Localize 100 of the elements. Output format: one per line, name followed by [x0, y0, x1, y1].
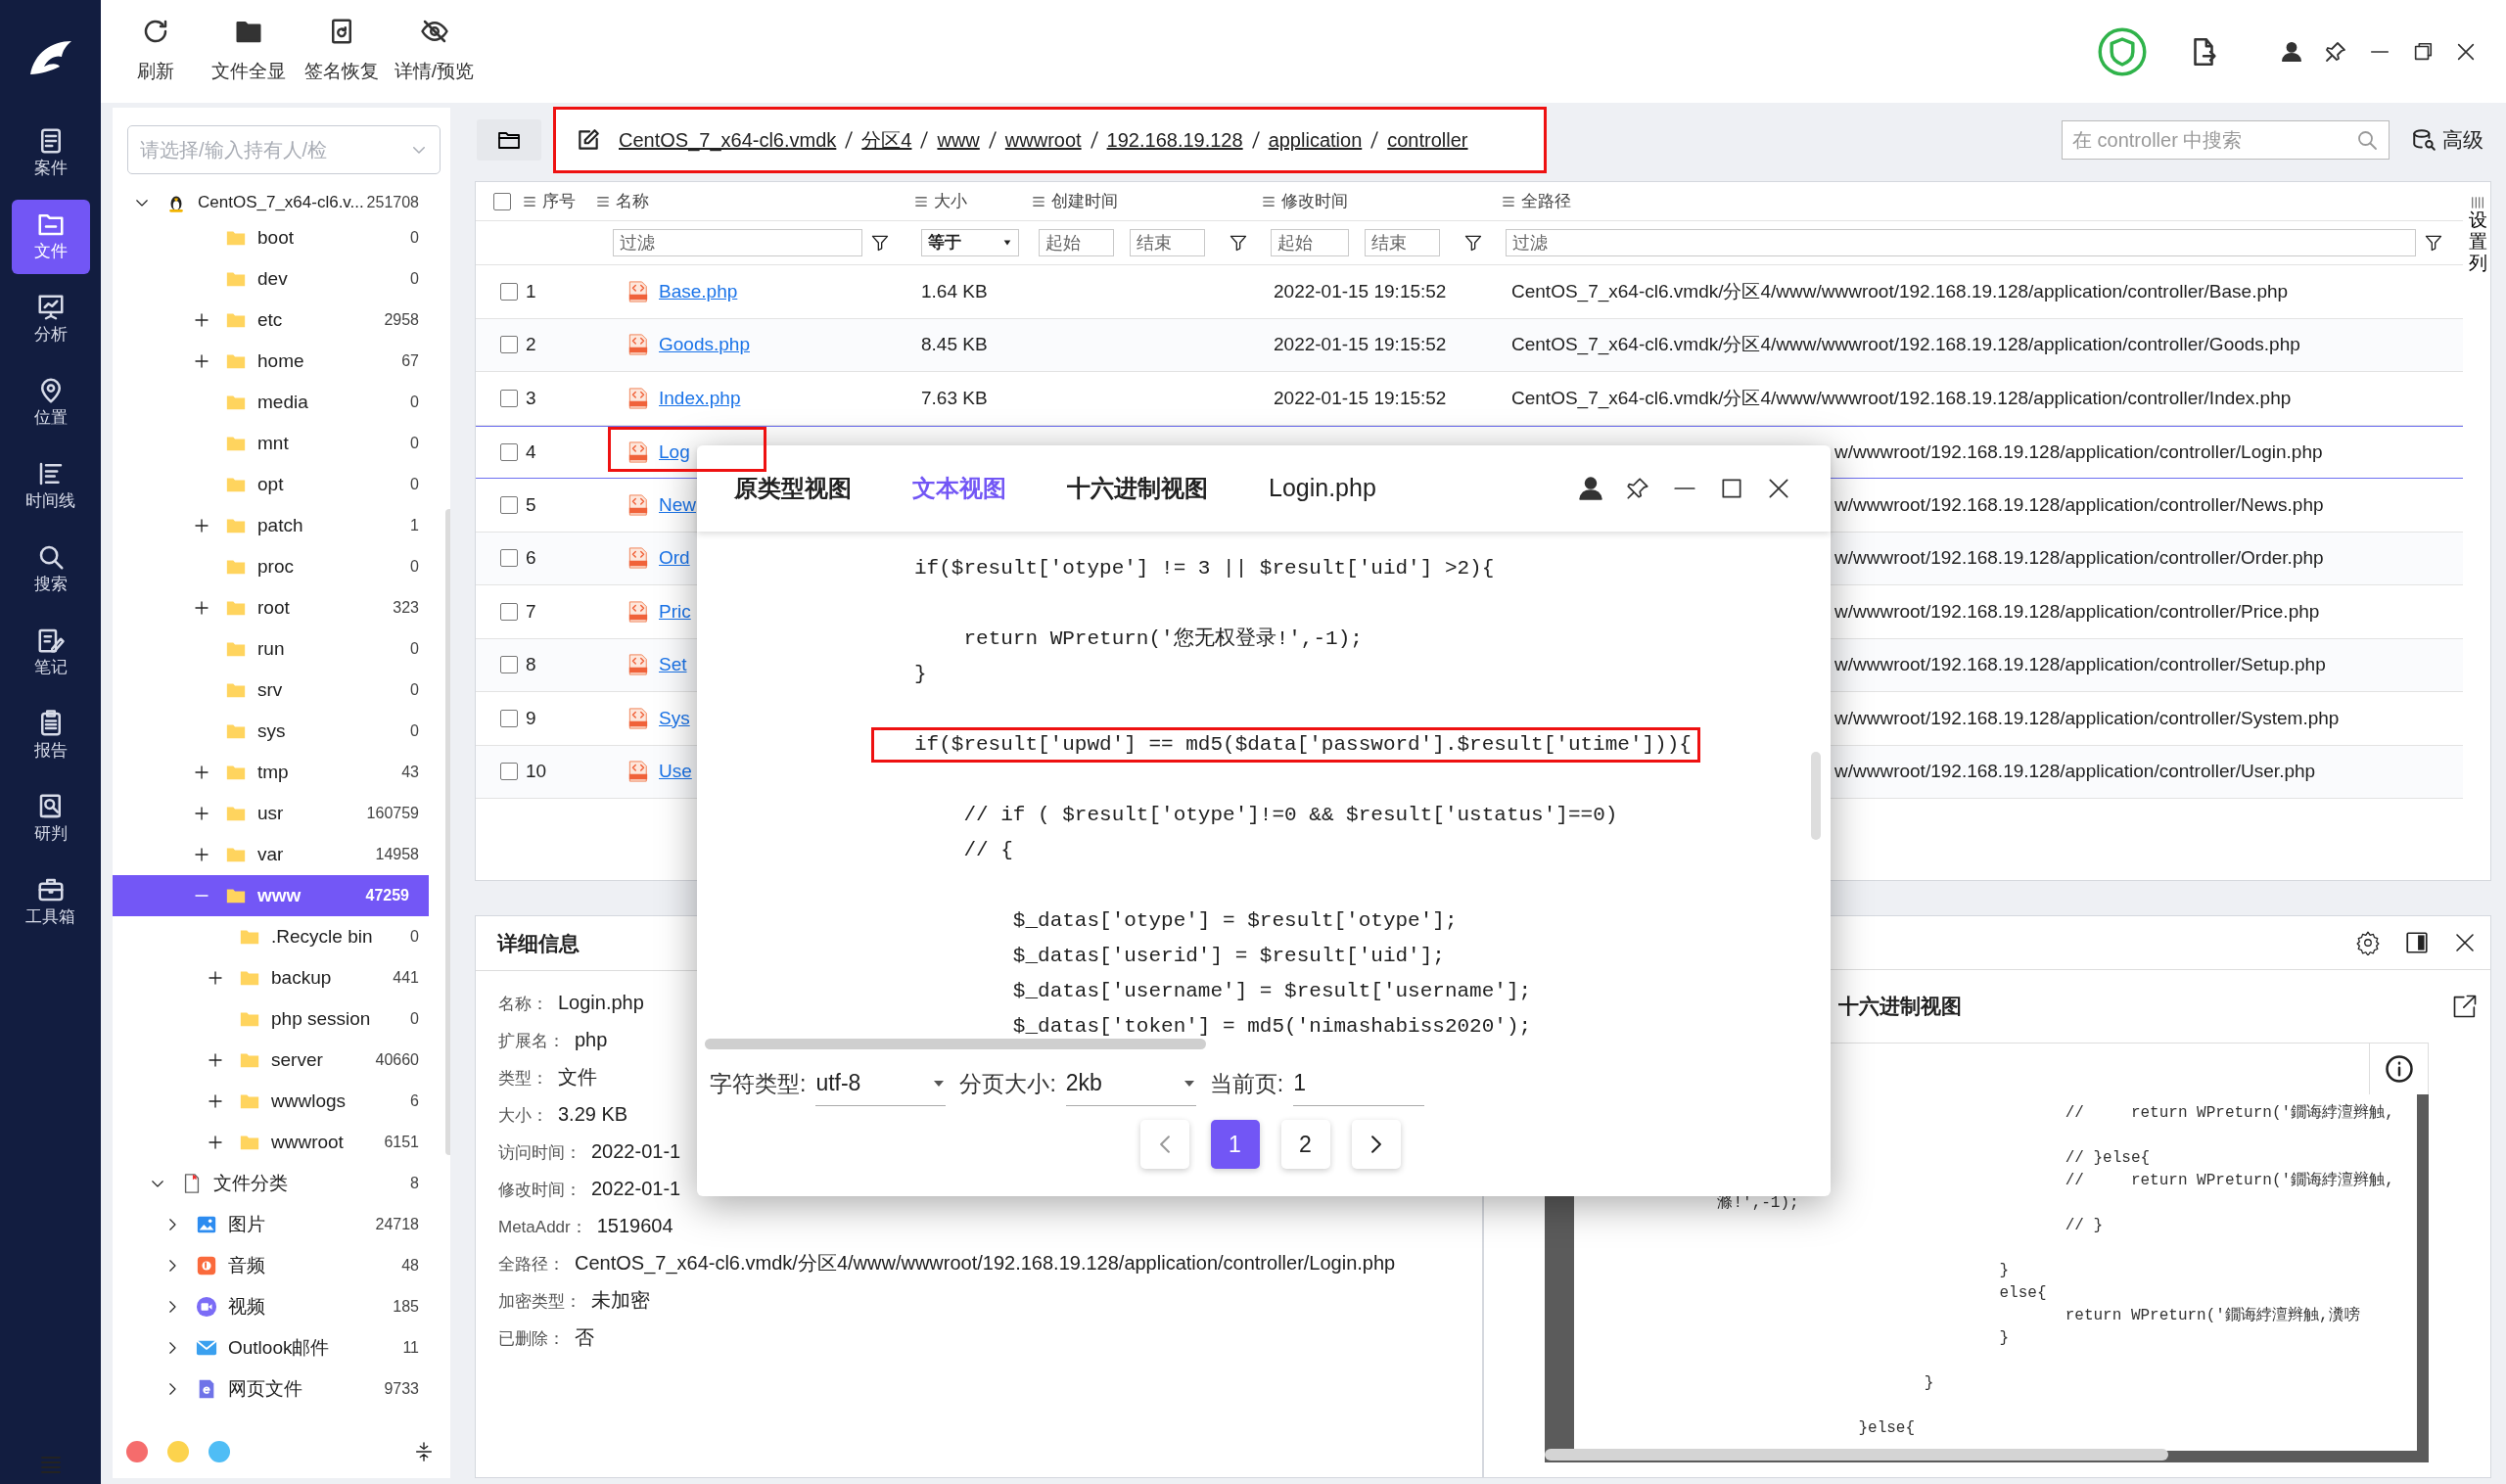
color-tag-dot[interactable]	[209, 1441, 230, 1462]
row-checkbox[interactable]	[500, 602, 518, 621]
row-checkbox[interactable]	[500, 336, 518, 354]
view-tab[interactable]: 文本视图	[912, 471, 1006, 506]
breadcrumb-link[interactable]: CentOS_7_x64-cl6.vmdk	[619, 124, 837, 155]
person-icon[interactable]	[2281, 41, 2302, 64]
row-checkbox[interactable]	[500, 495, 518, 514]
tree-item[interactable]: php session 0	[113, 998, 439, 1040]
scrollbar[interactable]	[705, 1039, 1206, 1049]
row-checkbox[interactable]	[500, 549, 518, 568]
file-name-link[interactable]: New	[659, 490, 696, 519]
filter-input[interactable]: 过滤	[1506, 229, 2416, 256]
row-checkbox[interactable]	[500, 763, 518, 781]
tree-item[interactable]: backup 441	[113, 957, 439, 998]
page-button[interactable]: 1	[1210, 1120, 1260, 1169]
nav-item[interactable]: 文件	[11, 200, 90, 274]
tree-item[interactable]: etc 2958	[113, 300, 439, 341]
split-panel-icon[interactable]	[2404, 930, 2430, 955]
nav-item[interactable]: 搜索	[11, 533, 90, 607]
row-checkbox[interactable]	[500, 282, 518, 301]
file-name-link[interactable]: Sys	[659, 704, 690, 732]
tree-item[interactable]: boot 0	[113, 217, 439, 258]
nav-item[interactable]: 报告	[11, 699, 90, 773]
tree-item[interactable]: root 323	[113, 587, 439, 628]
plus-icon[interactable]	[194, 847, 209, 862]
column-header[interactable]: 全路径	[1521, 188, 1571, 214]
tree-item[interactable]: tmp 43	[113, 752, 439, 793]
plus-icon[interactable]	[208, 1135, 223, 1150]
file-name-link[interactable]: Base.php	[659, 277, 738, 305]
breadcrumb-link[interactable]: 192.168.19.128	[1106, 124, 1243, 155]
tree-item[interactable]: Outlook邮件 11	[113, 1327, 439, 1368]
tree-item[interactable]: run 0	[113, 628, 439, 670]
nav-item[interactable]: 分析	[11, 283, 90, 357]
plus-icon[interactable]	[208, 970, 223, 986]
toolbar-button[interactable]: 详情/预览	[388, 17, 481, 86]
toolbar-button[interactable]: 刷新	[109, 17, 202, 86]
plus-icon[interactable]	[194, 600, 209, 616]
tree-item[interactable]: wwwlogs 6	[113, 1081, 439, 1122]
breadcrumb-link[interactable]: 分区4	[861, 124, 912, 155]
plus-icon[interactable]	[194, 353, 209, 369]
maximize-icon[interactable]	[1719, 476, 1744, 501]
tree-item[interactable]: server 40660	[113, 1040, 439, 1081]
column-header[interactable]: 大小	[934, 188, 967, 214]
tree-item[interactable]: 文件分类 8	[113, 1163, 439, 1204]
toolbar-button[interactable]: 签名恢复	[295, 17, 388, 86]
tree-item[interactable]: wwwroot 6151	[113, 1122, 439, 1163]
info-icon[interactable]	[2384, 1054, 2414, 1084]
filter-input[interactable]: 结束	[1130, 229, 1205, 256]
nav-item[interactable]: 工具箱	[11, 865, 90, 940]
scrollbar[interactable]	[1545, 1449, 2168, 1461]
file-name-link[interactable]: Set	[659, 651, 687, 679]
pin-icon[interactable]	[2324, 39, 2347, 64]
tree-item[interactable]: media 0	[113, 382, 439, 423]
file-name-link[interactable]: Ord	[659, 544, 690, 573]
filter-input[interactable]: 过滤	[613, 229, 862, 256]
tree-item[interactable]: srv 0	[113, 670, 439, 711]
plus-icon[interactable]	[208, 1052, 223, 1068]
nav-item[interactable]: 研判	[11, 782, 90, 857]
select-field[interactable]: utf-8	[815, 1061, 947, 1106]
column-settings-button[interactable]: 设置列	[2468, 209, 2487, 274]
tree-item[interactable]: 音频 48	[113, 1245, 439, 1286]
filter-icon[interactable]	[2424, 233, 2443, 253]
row-checkbox[interactable]	[500, 656, 518, 674]
filter-icon[interactable]	[1229, 233, 1248, 253]
breadcrumb-link[interactable]: application	[1268, 124, 1363, 155]
tree-item[interactable]: patch 1	[113, 505, 439, 546]
settings-icon[interactable]	[2355, 930, 2381, 955]
scrollbar[interactable]	[1811, 752, 1821, 840]
plus-icon[interactable]	[194, 806, 209, 821]
breadcrumb-link[interactable]: controller	[1387, 124, 1468, 155]
row-checkbox[interactable]	[500, 389, 518, 407]
filter-input[interactable]: 起始	[1271, 229, 1349, 256]
shield-icon[interactable]	[2097, 25, 2148, 77]
tree-item[interactable]: mnt 0	[113, 423, 439, 464]
plus-icon[interactable]	[194, 518, 209, 533]
plus-icon[interactable]	[194, 312, 209, 328]
select-field[interactable]: 2kb	[1065, 1061, 1196, 1106]
tree-item[interactable]: proc 0	[113, 546, 439, 587]
column-header[interactable]: 序号	[542, 188, 576, 214]
page-button[interactable]: 2	[1280, 1120, 1330, 1169]
file-name-link[interactable]: Pric	[659, 597, 691, 626]
filter-icon[interactable]	[870, 233, 890, 253]
tree-item[interactable]: sys 0	[113, 711, 439, 752]
tree-item[interactable]: 网页文件 9733	[113, 1368, 439, 1410]
nav-item[interactable]: 位置	[11, 366, 90, 441]
page-input[interactable]: 1	[1293, 1061, 1425, 1106]
tree-item[interactable]: usr 160759	[113, 793, 439, 834]
external-link-icon[interactable]	[2451, 993, 2479, 1020]
select-all-checkbox[interactable]	[493, 192, 511, 210]
color-tag-dot[interactable]	[167, 1441, 189, 1462]
row-checkbox[interactable]	[500, 709, 518, 727]
tree-item[interactable]: home 67	[113, 341, 439, 382]
tree-item[interactable]: .Recycle bin 0	[113, 916, 439, 957]
row-checkbox[interactable]	[500, 442, 518, 461]
close-icon[interactable]	[2453, 931, 2477, 954]
tree-item[interactable]: www 47259	[113, 875, 429, 916]
file-name-link[interactable]: Use	[659, 758, 692, 786]
tree-item[interactable]: opt 0	[113, 464, 439, 505]
file-name-link[interactable]: Index.php	[659, 384, 741, 412]
advanced-button[interactable]: 高级	[2411, 123, 2483, 156]
